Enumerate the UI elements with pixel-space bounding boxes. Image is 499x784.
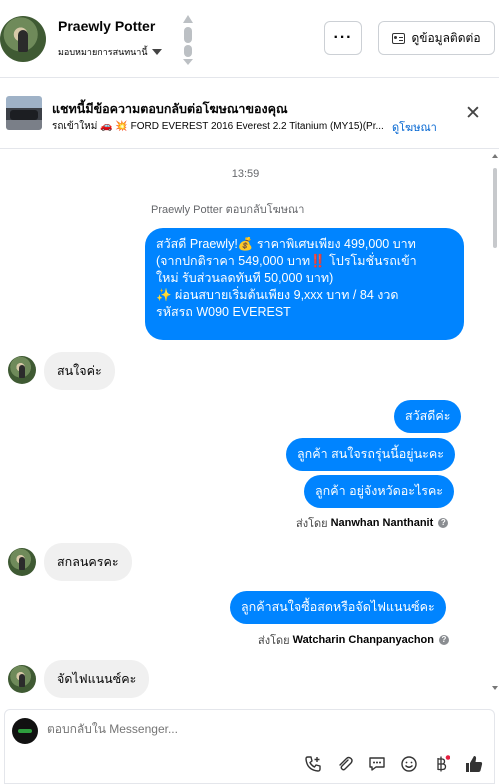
attachment-icon[interactable] [334,753,356,775]
nav-pill-icon [184,45,192,57]
ad-banner-subtitle: รถเข้าใหม่ 🚗 💥 FORD EVEREST 2016 Everest… [52,121,384,132]
message-thread[interactable]: 13:59 Praewly Potter ตอบกลับโฆษณา สวัสดี… [0,150,499,706]
chevron-down-icon [151,49,162,55]
incoming-message[interactable]: สนใจค่ะ [44,352,115,390]
sender-avatar [8,548,36,576]
like-icon[interactable] [463,753,485,775]
ad-reply-banner: แชทนี้มีข้อความตอบกลับต่อโฆษณาของคุณ รถเ… [0,79,499,149]
thread-scrollbar[interactable] [491,150,499,706]
emoji-icon[interactable] [398,753,420,775]
incoming-message[interactable]: จัดไฟแนนซ์คะ [44,660,150,698]
assign-label: มอบหมายการสนทนานี้ [58,47,148,57]
outgoing-ad-message[interactable]: สวัสดี Praewly!💰 ราคาพิเศษเพียง 499,000 … [145,228,464,340]
view-contact-details-button[interactable]: ดูข้อมูลติดต่อ [378,21,495,55]
ad-message-line: สวัสดี Praewly!💰 ราคาพิเศษเพียง 499,000 … [156,237,416,251]
info-icon[interactable]: ? [438,518,449,528]
assign-conversation-dropdown[interactable]: มอบหมายการสนทนานี้ [58,45,162,59]
outgoing-message[interactable]: ลูกค้า อยู่จังหวัดอะไรคะ [304,475,455,508]
nav-pill-icon [184,27,192,43]
contact-name[interactable]: Praewly Potter [58,18,155,34]
sent-by-label: ส่งโดย Nanwhan Nanthanit ? [296,514,449,532]
page-avatar [12,718,38,744]
outgoing-message[interactable]: ลูกค้าสนใจซื้อสดหรือจัดไฟแนนซ์คะ [230,591,446,624]
close-icon[interactable]: ✕ [462,104,484,126]
message-timestamp: 13:59 [231,168,260,180]
info-icon[interactable]: ? [438,635,449,645]
ad-banner-title: แชทนี้มีข้อความตอบกลับต่อโฆษณาของคุณ [52,102,288,116]
message-composer [4,709,495,784]
sender-avatar [8,356,36,384]
scroll-up-icon[interactable] [492,154,498,158]
view-ad-link[interactable]: ดูโฆษณา [392,118,437,136]
outgoing-message[interactable]: สวัสดีค่ะ [394,400,462,433]
sent-by-label: ส่งโดย Watcharin Chanpanyachon ? [258,631,449,649]
reply-input[interactable] [47,722,477,736]
conversation-header: Praewly Potter มอบหมายการสนทนานี้ ··· ดู… [0,0,499,78]
ad-message-line: (จากปกติราคา 549,000 บาท‼️ โปรโมชั่นรถเข… [156,254,417,268]
chevron-up-icon[interactable] [183,15,193,23]
scroll-down-icon[interactable] [492,686,498,690]
incoming-message[interactable]: สกลนครคะ [44,543,132,581]
call-add-icon[interactable] [302,753,324,775]
scroll-thumb[interactable] [493,168,497,248]
sent-by-name: Nanwhan Nanthanit [330,517,434,529]
outgoing-message[interactable]: ลูกค้า สนใจรถรุ่นนี้อยู่นะคะ [286,438,455,471]
view-contact-details-label: ดูข้อมูลติดต่อ [411,30,481,45]
ad-message-line: ใหม่ รับส่วนลดทันที 50,000 บาท) [156,271,334,285]
sender-avatar [8,665,36,693]
saved-replies-icon[interactable] [366,753,388,775]
contact-avatar[interactable] [0,16,46,62]
payment-baht-icon[interactable] [430,753,452,775]
more-options-button[interactable]: ··· [324,21,362,55]
ad-reply-label: Praewly Potter ตอบกลับโฆษณา [151,204,305,216]
contact-card-icon [392,32,406,44]
ad-car-thumbnail [6,96,42,130]
ad-message-line: ✨ ผ่อนสบายเริ่มต้นเพียง 9,xxx บาท / 84 ง… [156,288,399,302]
sent-by-name: Watcharin Chanpanyachon [292,634,434,646]
chevron-down-icon[interactable] [183,59,193,65]
conversation-nav-arrows[interactable] [182,15,194,65]
sent-by-prefix: ส่งโดย [296,518,328,530]
ad-message-line: รหัสรถ W090 EVEREST [156,305,291,319]
sent-by-prefix: ส่งโดย [258,635,290,647]
